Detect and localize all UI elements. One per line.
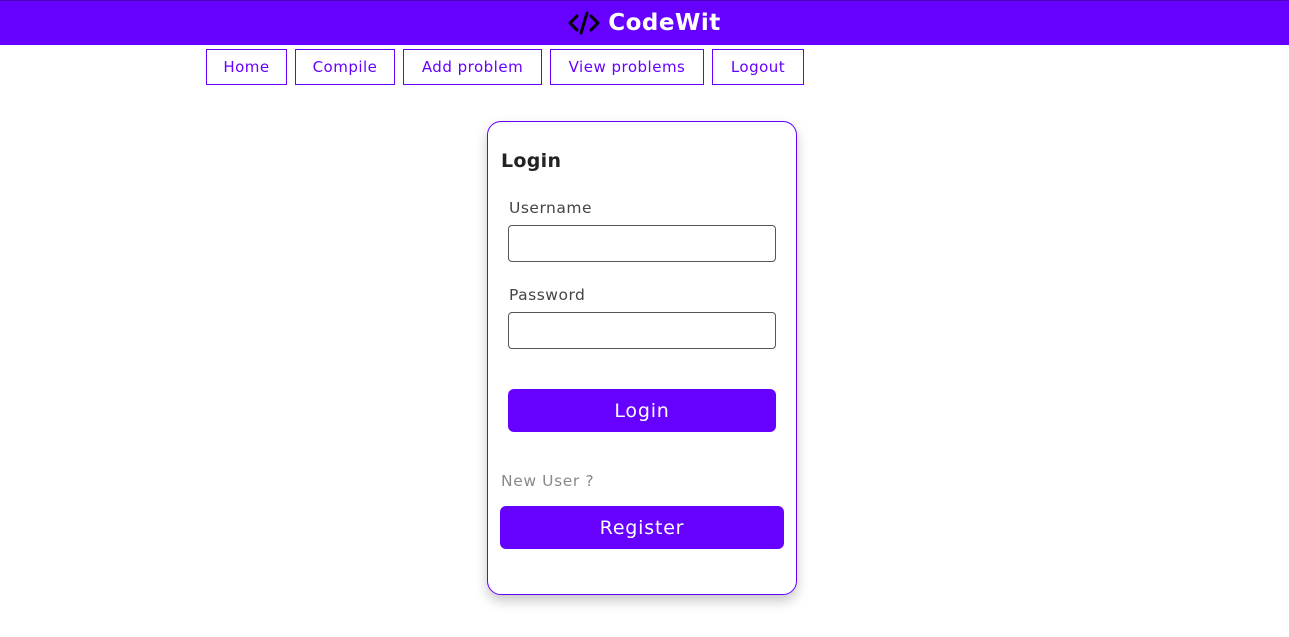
register-button[interactable]: Register: [500, 506, 784, 549]
nav-compile-button[interactable]: Compile: [295, 49, 395, 85]
password-input[interactable]: [508, 312, 776, 349]
nav-add-problem-button[interactable]: Add problem: [403, 49, 542, 85]
brand[interactable]: CodeWit: [568, 10, 721, 36]
app-header: CodeWit: [0, 0, 1289, 45]
password-label: Password: [509, 286, 586, 304]
login-title: Login: [501, 150, 562, 172]
code-icon: [568, 11, 600, 35]
nav-logout-button[interactable]: Logout: [712, 49, 804, 85]
login-button[interactable]: Login: [508, 389, 776, 432]
brand-title: CodeWit: [608, 10, 721, 36]
new-user-text: New User ?: [501, 472, 595, 490]
login-card: Login Username Password Login New User ?…: [487, 121, 797, 595]
nav-view-problems-button[interactable]: View problems: [550, 49, 704, 85]
username-input[interactable]: [508, 225, 776, 262]
nav-home-button[interactable]: Home: [206, 49, 287, 85]
top-nav: Home Compile Add problem View problems L…: [206, 49, 804, 85]
username-label: Username: [509, 199, 593, 217]
